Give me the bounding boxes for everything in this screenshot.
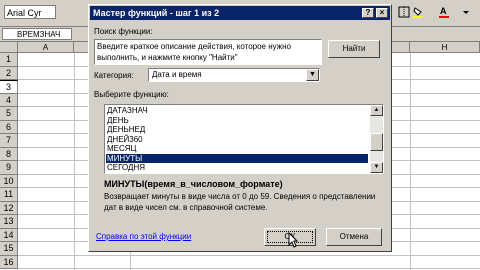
- scroll-thumb[interactable]: [370, 133, 383, 151]
- font-name-box[interactable]: Arial Cyr: [4, 5, 56, 19]
- function-list-item[interactable]: МИНУТЫ: [106, 153, 368, 163]
- function-signature: МИНУТЫ(время_в_числовом_формате): [104, 179, 283, 189]
- row-header[interactable]: 9: [0, 161, 18, 175]
- row-header[interactable]: 14: [0, 228, 18, 242]
- font-color-icon[interactable]: A: [438, 6, 450, 18]
- row-header[interactable]: 10: [0, 174, 18, 188]
- scroll-up-icon[interactable]: ▲: [370, 105, 383, 116]
- row-header[interactable]: 8: [0, 147, 18, 161]
- function-list-item[interactable]: СЕГОДНЯ: [106, 163, 368, 172]
- row-header[interactable]: 2: [0, 66, 18, 80]
- help-button[interactable]: ?: [362, 8, 374, 18]
- chevron-down-icon[interactable]: ▼: [306, 69, 319, 81]
- cancel-button[interactable]: Отмена: [326, 228, 382, 246]
- dropdown-arrow-icon[interactable]: [460, 6, 472, 18]
- function-list-item[interactable]: МЕСЯЦ: [106, 144, 368, 153]
- category-label: Категория:: [94, 71, 134, 80]
- category-select[interactable]: Дата и время: [148, 68, 320, 82]
- row-header[interactable]: 15: [0, 242, 18, 256]
- search-label: Поиск функции:: [94, 27, 153, 36]
- gridline: [18, 254, 480, 256]
- row-header[interactable]: 6: [0, 120, 18, 134]
- name-box[interactable]: ВРЕМЗНАЧ: [2, 28, 72, 40]
- row-header[interactable]: 11: [0, 188, 18, 202]
- gridline: [410, 53, 411, 270]
- help-link[interactable]: Справка по этой функции: [96, 232, 191, 241]
- gridline: [74, 53, 75, 270]
- borders-icon[interactable]: [398, 6, 410, 18]
- row-header[interactable]: 16: [0, 255, 18, 269]
- dialog-title: Мастер функций - шаг 1 из 2: [90, 6, 390, 20]
- row-header[interactable]: 1: [0, 53, 18, 67]
- row-header[interactable]: 13: [0, 215, 18, 229]
- gridline: [18, 268, 480, 269]
- select-function-label: Выберите функцию:: [94, 90, 169, 99]
- row-header[interactable]: 12: [0, 201, 18, 215]
- close-button[interactable]: ×: [376, 8, 388, 18]
- function-list-item[interactable]: ДЕНЬНЕД: [106, 125, 368, 134]
- function-list-item[interactable]: ДАТАЗНАЧ: [106, 106, 368, 115]
- function-description: Возвращает минуты в виде числа от 0 до 5…: [104, 192, 376, 212]
- fill-color-icon[interactable]: [412, 6, 424, 18]
- column-header-a[interactable]: A: [18, 42, 74, 53]
- search-input[interactable]: Введите краткое описание действия, котор…: [94, 39, 322, 65]
- row-header[interactable]: 7: [0, 134, 18, 148]
- function-list-item[interactable]: ДНЕЙ360: [106, 135, 368, 144]
- mouse-cursor-icon: [288, 232, 298, 248]
- row-header[interactable]: 3: [0, 80, 18, 94]
- function-list-item[interactable]: ДЕНЬ: [106, 116, 368, 125]
- row-header[interactable]: 4: [0, 93, 18, 107]
- row-header[interactable]: 5: [0, 107, 18, 121]
- svg-text:A: A: [440, 6, 447, 16]
- select-all-corner[interactable]: [0, 42, 18, 53]
- column-header-h[interactable]: H: [410, 42, 480, 53]
- scroll-down-icon[interactable]: ▼: [370, 162, 383, 173]
- find-button[interactable]: Найти: [328, 40, 380, 58]
